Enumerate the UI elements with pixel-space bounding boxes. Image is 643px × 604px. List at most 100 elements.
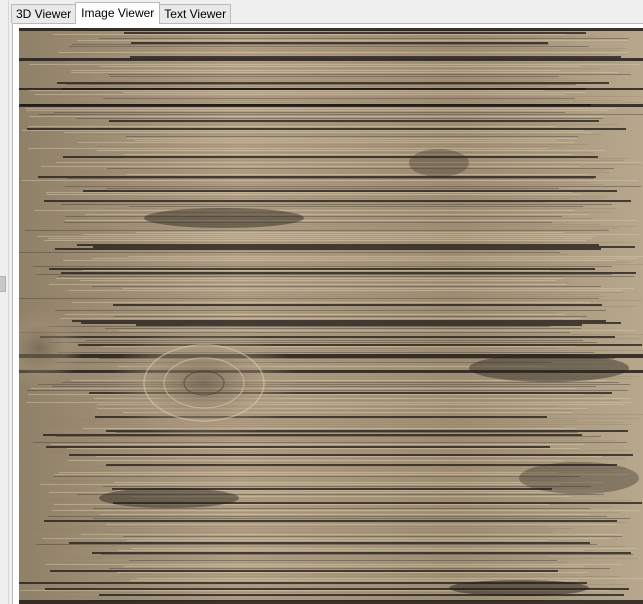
grain-stripe	[108, 74, 631, 75]
grain-stripe	[124, 566, 584, 567]
grain-stripe	[35, 62, 622, 63]
grain-stripe	[90, 262, 630, 263]
grain-stripe	[49, 268, 595, 270]
grain-stripe	[29, 90, 545, 91]
dark-grain-band	[19, 104, 643, 107]
grain-stripe	[21, 470, 610, 471]
grain-stripe	[82, 134, 602, 135]
grain-stripe	[39, 458, 626, 459]
grain-stripe	[81, 534, 622, 535]
grain-stripe	[60, 318, 581, 319]
grain-stripe	[56, 162, 642, 163]
grain-stripe	[39, 160, 624, 161]
grain-stripe	[30, 506, 613, 507]
grain-stripe	[121, 574, 556, 575]
texture-canvas	[19, 28, 643, 604]
grain-stripe	[105, 532, 553, 533]
grain-stripe	[77, 244, 599, 246]
grain-stripe	[40, 336, 615, 338]
grain-stripe	[53, 34, 566, 35]
grain-stripe	[36, 544, 597, 545]
grain-stripe	[51, 86, 549, 87]
grain-stripe	[28, 126, 556, 127]
grain-stripe	[101, 312, 558, 313]
grain-stripe	[49, 342, 597, 343]
grain-stripe	[120, 254, 569, 255]
grain-stripe	[78, 142, 574, 143]
grain-stripe	[83, 190, 617, 192]
grain-stripe	[128, 144, 590, 145]
grain-stripe	[61, 204, 612, 205]
grain-stripe	[34, 94, 565, 95]
grain-stripe	[19, 252, 560, 253]
grain-stripe	[78, 512, 620, 513]
grain-stripe	[48, 516, 607, 517]
grain-stripe	[83, 234, 639, 235]
grain-stripe	[67, 178, 594, 179]
grain-stripe	[76, 118, 603, 119]
grain-stripe	[66, 84, 576, 85]
grain-stripe	[131, 548, 636, 549]
grain-stripe	[56, 278, 563, 279]
grain-stripe	[122, 288, 634, 289]
grain-stripe	[73, 182, 589, 183]
grain-stripe	[112, 152, 594, 153]
grain-stripe	[132, 196, 606, 197]
grain-stripe	[60, 228, 620, 229]
grain-stripe	[71, 226, 636, 227]
grain-stripe	[35, 480, 559, 481]
grain-stripe	[72, 302, 590, 303]
grain-stripe	[26, 530, 556, 531]
grain-stripe	[137, 578, 643, 579]
grain-stripe	[92, 286, 601, 287]
grain-stripe	[31, 294, 599, 295]
grain-stripe	[27, 128, 626, 130]
grain-stripe	[83, 598, 560, 599]
grain-stripe	[46, 446, 550, 448]
grain-stripe	[106, 188, 559, 189]
grain-stripe	[103, 264, 643, 265]
grain-stripe	[50, 570, 558, 572]
grain-stripe	[95, 146, 562, 147]
grain-stripe	[71, 70, 561, 71]
grain-stripe	[89, 202, 548, 203]
tab-text-viewer[interactable]: Text Viewer	[159, 4, 232, 23]
grain-stripe	[46, 192, 571, 193]
grain-stripe	[107, 168, 614, 169]
wood-texture-image[interactable]	[19, 28, 643, 604]
grain-stripe	[111, 576, 621, 577]
grain-stripe	[29, 64, 640, 65]
splitter-handle[interactable]	[0, 276, 6, 292]
grain-stripe	[45, 450, 630, 451]
grain-stripe	[99, 38, 629, 39]
grain-stripe	[28, 148, 547, 149]
grain-stripe	[59, 122, 551, 123]
grain-stripe	[123, 92, 586, 93]
tab-3d-viewer[interactable]: 3D Viewer	[11, 4, 77, 23]
grain-stripe	[126, 174, 588, 175]
grain-stripe	[20, 338, 642, 339]
grain-stripe	[114, 316, 587, 317]
grain-stripe	[52, 510, 640, 511]
grain-stripe	[69, 46, 589, 47]
grain-stripe	[128, 256, 643, 257]
grain-stripe	[55, 248, 601, 250]
grain-stripe	[25, 108, 617, 109]
grain-stripe	[56, 436, 601, 437]
grain-stripe	[95, 124, 618, 125]
grain-stripe	[92, 258, 638, 259]
grain-stripe	[27, 296, 605, 297]
grain-stripe	[100, 66, 580, 67]
grain-stripe	[106, 524, 617, 525]
grain-stripe	[136, 232, 563, 233]
grain-stripe	[110, 76, 559, 77]
grain-stripe	[63, 260, 615, 261]
tab-image-viewer[interactable]: Image Viewer	[75, 2, 161, 24]
grain-stripe	[43, 434, 582, 436]
grain-stripe	[61, 440, 615, 441]
grain-stripe	[90, 170, 605, 171]
grain-stripe	[63, 596, 572, 597]
grain-stripe	[40, 172, 610, 173]
grain-stripe	[69, 290, 622, 291]
grain-stripe	[127, 540, 548, 541]
